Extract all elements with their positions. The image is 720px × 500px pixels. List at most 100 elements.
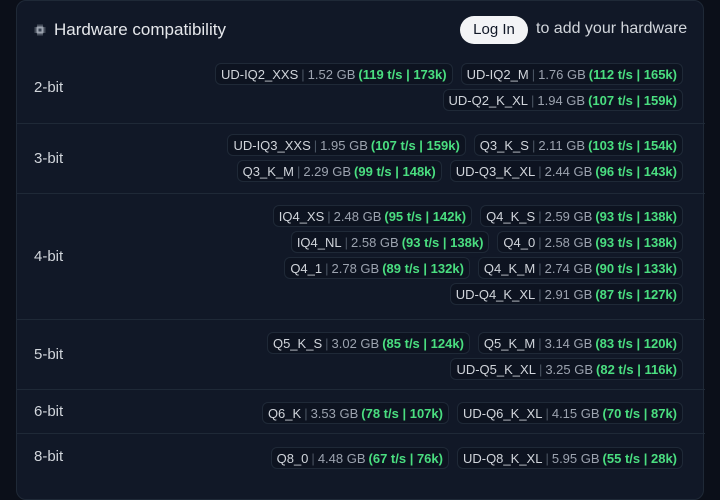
- quant-size: 1.94 GB: [537, 93, 586, 108]
- login-button[interactable]: Log In: [460, 16, 528, 44]
- quant-name: Q4_K_S: [486, 209, 536, 224]
- quant-speed: (93 t/s | 138k): [595, 235, 677, 250]
- quant-size: 3.14 GB: [544, 336, 593, 351]
- quant-chip[interactable]: UD-IQ2_XXS | 1.52 GB (119 t/s | 173k): [214, 63, 453, 85]
- quant-chip[interactable]: Q5_K_S | 3.02 GB (85 t/s | 124k): [266, 332, 470, 354]
- quant-chip-list: Q5_K_S | 3.02 GB (85 t/s | 124k) Q5_K_M | 3.1…: [213, 332, 683, 380]
- quant-speed: (107 t/s | 159k): [370, 138, 460, 153]
- separator: |: [538, 164, 542, 179]
- quant-chip[interactable]: Q4_0 | 2.58 GB (93 t/s | 138k): [497, 231, 683, 253]
- quant-chip[interactable]: UD-Q6_K_XL | 4.15 GB (70 t/s | 87k): [456, 402, 683, 424]
- quant-chip-list: Q8_0 | 4.48 GB (67 t/s | 76k) UD-Q8_K_XL | 5.…: [213, 447, 683, 469]
- quant-name: UD-Q4_K_XL: [455, 287, 536, 302]
- quant-chip-list: IQ4_XS | 2.48 GB (95 t/s | 142k) Q4_K_S | 2.5…: [213, 205, 683, 305]
- bit-label: 4-bit: [34, 247, 64, 265]
- quant-group-2bit: 2-bit UD-IQ2_XXS | 1.52 GB (119 t/s | 173k)…: [17, 53, 705, 123]
- quant-speed: (78 t/s | 107k): [361, 406, 443, 421]
- quant-name: UD-Q6_K_XL: [462, 406, 543, 421]
- separator: |: [304, 406, 308, 421]
- quant-chip-list: UD-IQ3_XXS | 1.95 GB (107 t/s | 159k) Q3_K_…: [213, 134, 683, 182]
- quant-size: 1.95 GB: [320, 138, 368, 153]
- separator: |: [538, 336, 542, 351]
- quant-speed: (103 t/s | 154k): [588, 138, 677, 153]
- login-hint: to add your hardware: [536, 20, 688, 37]
- quant-chip[interactable]: UD-Q3_K_XL | 2.44 GB (96 t/s | 143k): [449, 160, 683, 182]
- quant-size: 3.25 GB: [545, 362, 594, 377]
- quant-chip[interactable]: UD-Q8_K_XL | 5.95 GB (55 t/s | 28k): [456, 447, 683, 469]
- quant-chip[interactable]: IQ4_NL | 2.58 GB (93 t/s | 138k): [290, 231, 490, 253]
- quant-chip[interactable]: IQ4_XS | 2.48 GB (95 t/s | 142k): [272, 205, 473, 227]
- quant-chip[interactable]: UD-Q4_K_XL | 2.91 GB (87 t/s | 127k): [449, 283, 683, 305]
- quant-chip[interactable]: UD-Q2_K_XL | 1.94 GB (107 t/s | 159k): [442, 89, 683, 111]
- bit-label: 3-bit: [34, 149, 64, 167]
- quant-name: IQ4_XS: [278, 209, 325, 224]
- quant-size: 2.11 GB: [538, 138, 586, 153]
- separator: |: [301, 67, 305, 82]
- quant-name: UD-IQ2_XXS: [220, 67, 299, 82]
- separator: |: [325, 336, 329, 351]
- quant-name: Q5_K_S: [272, 336, 323, 351]
- quant-size: 2.78 GB: [331, 261, 380, 276]
- quant-size: 2.91 GB: [544, 287, 593, 302]
- quant-speed: (55 t/s | 28k): [602, 451, 677, 466]
- quant-size: 3.02 GB: [331, 336, 380, 351]
- quant-name: UD-IQ2_M: [466, 67, 529, 82]
- quant-speed: (96 t/s | 143k): [595, 164, 677, 179]
- quant-group-6bit: 6-bit Q6_K | 3.53 GB (78 t/s | 107k) UD-Q6_…: [17, 389, 705, 433]
- quant-speed: (95 t/s | 142k): [384, 209, 467, 224]
- quant-chip[interactable]: UD-IQ3_XXS | 1.95 GB (107 t/s | 159k): [227, 134, 466, 156]
- quant-name: Q4_K_M: [483, 261, 536, 276]
- quant-chip[interactable]: Q3_K_S | 2.11 GB (103 t/s | 154k): [473, 134, 683, 156]
- quant-speed: (99 t/s | 148k): [354, 164, 436, 179]
- quant-name: Q4_1: [290, 261, 323, 276]
- separator: |: [538, 362, 543, 377]
- quant-group-3bit: 3-bit UD-IQ3_XXS | 1.95 GB (107 t/s | 159k)…: [17, 123, 705, 193]
- separator: |: [531, 138, 536, 153]
- quant-chip[interactable]: Q4_1 | 2.78 GB (89 t/s | 132k): [284, 257, 470, 279]
- quant-speed: (83 t/s | 120k): [595, 336, 677, 351]
- quant-size: 2.58 GB: [544, 235, 593, 250]
- quant-chip[interactable]: Q8_0 | 4.48 GB (67 t/s | 76k): [270, 447, 449, 469]
- quant-speed: (85 t/s | 124k): [382, 336, 464, 351]
- quant-size: 2.48 GB: [333, 209, 382, 224]
- separator: |: [344, 235, 349, 250]
- quant-speed: (112 t/s | 165k): [588, 67, 677, 82]
- separator: |: [545, 451, 549, 466]
- quant-speed: (89 t/s | 132k): [382, 261, 464, 276]
- quant-chip[interactable]: UD-IQ2_M | 1.76 GB (112 t/s | 165k): [460, 63, 683, 85]
- separator: |: [530, 93, 535, 108]
- quant-chip[interactable]: Q5_K_M | 3.14 GB (83 t/s | 120k): [477, 332, 683, 354]
- quant-group-8bit: 8-bit Q8_0 | 4.48 GB (67 t/s | 76k) UD-Q8_K…: [17, 433, 705, 481]
- quant-name: Q3_K_M: [242, 164, 294, 179]
- quant-chip[interactable]: Q4_K_M | 2.74 GB (90 t/s | 133k): [477, 257, 683, 279]
- bit-label: 2-bit: [34, 79, 64, 96]
- quant-speed: (87 t/s | 127k): [595, 287, 677, 302]
- quant-size: 1.52 GB: [307, 67, 356, 82]
- quant-size: 5.95 GB: [551, 451, 600, 466]
- panel-title: Hardware compatibility: [54, 20, 226, 39]
- separator: |: [327, 209, 331, 224]
- separator: |: [531, 67, 536, 82]
- quant-size: 2.29 GB: [303, 164, 352, 179]
- separator: |: [538, 261, 542, 276]
- bit-label: 5-bit: [34, 345, 64, 363]
- quant-chip[interactable]: Q6_K | 3.53 GB (78 t/s | 107k): [261, 402, 449, 424]
- quant-size: 2.44 GB: [544, 164, 593, 179]
- quant-size: 2.59 GB: [544, 209, 593, 224]
- quant-speed: (93 t/s | 138k): [595, 209, 677, 224]
- quant-chip[interactable]: UD-Q5_K_XL | 3.25 GB (82 t/s | 116k): [450, 358, 683, 380]
- quant-speed: (119 t/s | 173k): [358, 67, 447, 82]
- quant-size: 4.48 GB: [317, 451, 366, 466]
- panel-header: Hardware compatibility Log In to add you…: [17, 13, 705, 47]
- quant-name: UD-Q5_K_XL: [456, 362, 536, 377]
- quant-name: Q4_0: [503, 235, 536, 250]
- quant-size: 2.58 GB: [351, 235, 399, 250]
- quant-size: 4.15 GB: [551, 406, 600, 421]
- quant-chip[interactable]: Q3_K_M | 2.29 GB (99 t/s | 148k): [236, 160, 442, 182]
- separator: |: [313, 138, 318, 153]
- quant-chip[interactable]: Q4_K_S | 2.59 GB (93 t/s | 138k): [480, 205, 683, 227]
- quant-group-4bit: 4-bit IQ4_XS | 2.48 GB (95 t/s | 142k) Q4_K…: [17, 193, 705, 319]
- separator: |: [538, 287, 542, 302]
- separator: |: [538, 235, 542, 250]
- quant-speed: (93 t/s | 138k): [401, 235, 484, 250]
